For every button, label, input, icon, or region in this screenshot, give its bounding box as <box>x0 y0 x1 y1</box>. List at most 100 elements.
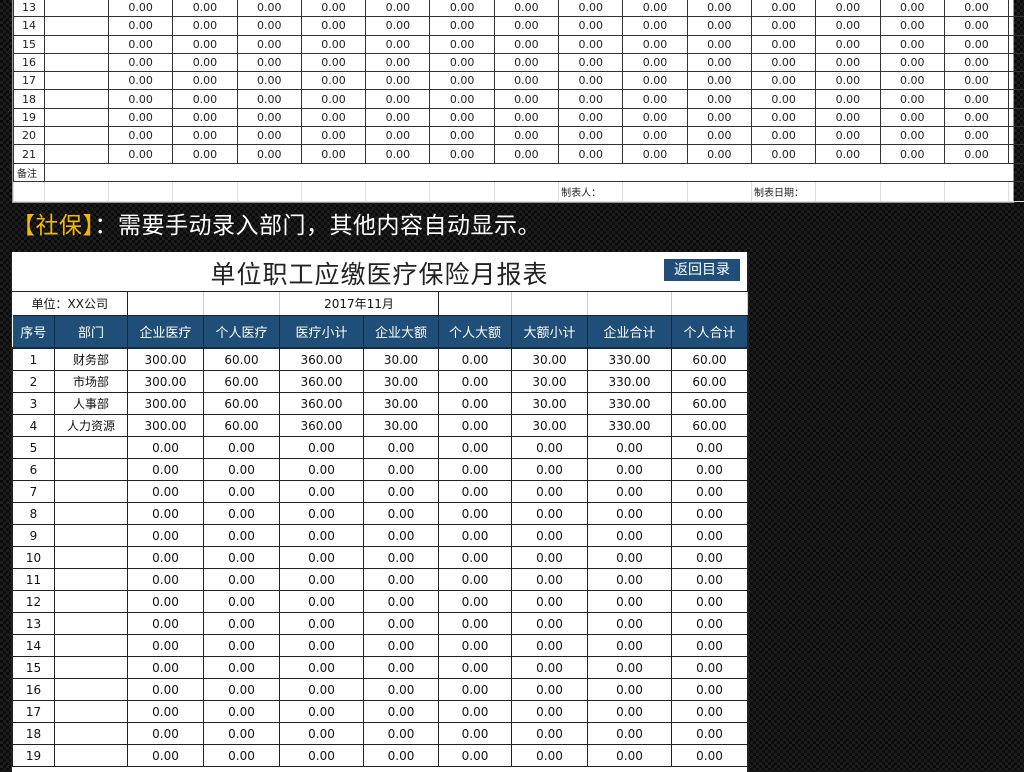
value-cell[interactable]: 0.00 <box>751 90 815 108</box>
value-cell[interactable]: 0.00 <box>109 35 173 53</box>
value-cell[interactable]: 0.00 <box>430 0 494 17</box>
value-cell[interactable]: 0.00 <box>364 569 439 591</box>
value-cell[interactable]: 0.00 <box>430 53 494 71</box>
footer-blank-cell[interactable] <box>45 181 109 201</box>
value-cell[interactable]: 0.00 <box>204 745 280 767</box>
value-cell[interactable]: 330.00 <box>588 371 672 393</box>
value-cell[interactable]: 0.00 <box>301 145 365 163</box>
value-cell[interactable]: 30.00 <box>512 393 588 415</box>
footer-blank-cell[interactable] <box>816 181 880 201</box>
value-cell[interactable]: 0.00 <box>559 0 623 17</box>
footer-blank-cell[interactable] <box>14 181 45 201</box>
department-cell[interactable] <box>45 35 109 53</box>
value-cell[interactable]: 0.00 <box>588 657 672 679</box>
value-cell[interactable]: 0.00 <box>439 503 512 525</box>
value-cell[interactable]: 0.00 <box>173 108 237 126</box>
value-cell[interactable]: 0.00 <box>816 90 880 108</box>
value-cell[interactable]: 0.00 <box>280 613 364 635</box>
value-cell[interactable]: 0.00 <box>204 701 280 723</box>
footer-blank-cell[interactable] <box>944 181 1008 201</box>
value-cell[interactable]: 0.00 <box>512 635 588 657</box>
value-cell[interactable]: 0.00 <box>751 17 815 35</box>
department-cell[interactable] <box>55 635 128 657</box>
value-cell[interactable]: 0.00 <box>204 635 280 657</box>
value-cell[interactable]: 0.00 <box>109 53 173 71</box>
value-cell[interactable]: 0.00 <box>280 503 364 525</box>
value-cell[interactable]: 0.00 <box>1009 53 1024 71</box>
value-cell[interactable]: 0.00 <box>672 679 748 701</box>
value-cell[interactable]: 0.00 <box>364 437 439 459</box>
value-cell[interactable]: 0.00 <box>672 723 748 745</box>
value-cell[interactable]: 0.00 <box>687 0 751 17</box>
value-cell[interactable]: 0.00 <box>1009 35 1024 53</box>
value-cell[interactable]: 0.00 <box>880 35 944 53</box>
value-cell[interactable]: 0.00 <box>364 679 439 701</box>
row-number-cell[interactable]: 1 <box>13 348 55 371</box>
value-cell[interactable]: 0.00 <box>512 459 588 481</box>
department-cell[interactable] <box>45 0 109 17</box>
value-cell[interactable]: 0.00 <box>128 679 204 701</box>
company-cell[interactable]: 单位：XX公司 <box>13 292 128 316</box>
footer-blank-cell[interactable] <box>623 181 687 201</box>
value-cell[interactable]: 0.00 <box>173 127 237 145</box>
value-cell[interactable]: 0.00 <box>494 17 558 35</box>
value-cell[interactable]: 0.00 <box>280 547 364 569</box>
value-cell[interactable]: 0.00 <box>173 90 237 108</box>
value-cell[interactable]: 0.00 <box>672 613 748 635</box>
row-number-cell[interactable]: 11 <box>13 569 55 591</box>
value-cell[interactable]: 30.00 <box>364 393 439 415</box>
value-cell[interactable]: 0.00 <box>672 437 748 459</box>
value-cell[interactable]: 0.00 <box>439 679 512 701</box>
value-cell[interactable]: 0.00 <box>237 35 301 53</box>
row-number-cell[interactable]: 19 <box>13 745 55 767</box>
value-cell[interactable]: 0.00 <box>687 145 751 163</box>
value-cell[interactable]: 330.00 <box>588 348 672 371</box>
row-number-cell[interactable]: 14 <box>14 17 45 35</box>
value-cell[interactable]: 0.00 <box>559 53 623 71</box>
value-cell[interactable]: 0.00 <box>512 503 588 525</box>
footer-blank-cell[interactable] <box>1009 181 1024 201</box>
value-cell[interactable]: 0.00 <box>301 72 365 90</box>
value-cell[interactable]: 0.00 <box>301 108 365 126</box>
value-cell[interactable]: 0.00 <box>588 481 672 503</box>
value-cell[interactable]: 30.00 <box>512 348 588 371</box>
value-cell[interactable]: 0.00 <box>237 72 301 90</box>
row-number-cell[interactable]: 18 <box>13 723 55 745</box>
value-cell[interactable]: 0.00 <box>880 108 944 126</box>
row-number-cell[interactable]: 17 <box>13 701 55 723</box>
value-cell[interactable]: 0.00 <box>280 679 364 701</box>
value-cell[interactable]: 0.00 <box>128 525 204 547</box>
row-number-cell[interactable]: 19 <box>14 108 45 126</box>
value-cell[interactable]: 0.00 <box>672 591 748 613</box>
value-cell[interactable]: 0.00 <box>944 35 1008 53</box>
footer-blank-cell[interactable] <box>173 181 237 201</box>
value-cell[interactable]: 300.00 <box>128 371 204 393</box>
value-cell[interactable]: 0.00 <box>128 723 204 745</box>
department-cell[interactable] <box>45 90 109 108</box>
value-cell[interactable]: 0.00 <box>672 569 748 591</box>
value-cell[interactable]: 0.00 <box>1009 17 1024 35</box>
value-cell[interactable]: 0.00 <box>512 591 588 613</box>
value-cell[interactable]: 0.00 <box>512 657 588 679</box>
value-cell[interactable]: 0.00 <box>366 127 430 145</box>
department-cell[interactable] <box>55 657 128 679</box>
value-cell[interactable]: 360.00 <box>280 348 364 371</box>
value-cell[interactable]: 0.00 <box>204 503 280 525</box>
value-cell[interactable]: 0.00 <box>173 17 237 35</box>
department-cell[interactable] <box>55 679 128 701</box>
value-cell[interactable]: 0.00 <box>623 108 687 126</box>
value-cell[interactable]: 0.00 <box>880 53 944 71</box>
value-cell[interactable]: 0.00 <box>301 127 365 145</box>
value-cell[interactable]: 0.00 <box>237 108 301 126</box>
value-cell[interactable]: 0.00 <box>623 0 687 17</box>
value-cell[interactable]: 0.00 <box>672 525 748 547</box>
value-cell[interactable]: 0.00 <box>494 0 558 17</box>
row-number-cell[interactable]: 13 <box>14 0 45 17</box>
row-number-cell[interactable]: 7 <box>13 481 55 503</box>
value-cell[interactable]: 0.00 <box>588 745 672 767</box>
department-cell[interactable] <box>55 481 128 503</box>
info-blank-cell[interactable] <box>588 292 672 316</box>
department-cell[interactable] <box>55 459 128 481</box>
value-cell[interactable]: 0.00 <box>204 613 280 635</box>
value-cell[interactable]: 0.00 <box>512 745 588 767</box>
